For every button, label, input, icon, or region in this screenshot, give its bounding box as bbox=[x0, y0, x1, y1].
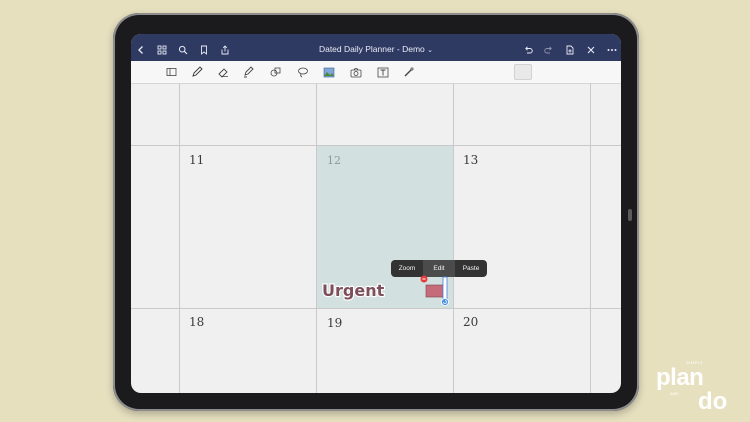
nav-bar: Dated Daily Planner - Demo ⌄ bbox=[131, 40, 621, 61]
close-icon[interactable] bbox=[584, 43, 598, 57]
brand-plan: plan bbox=[656, 364, 704, 391]
lasso-icon[interactable] bbox=[296, 65, 310, 79]
eraser-icon[interactable] bbox=[216, 65, 230, 79]
pen-icon[interactable] bbox=[190, 65, 204, 79]
redo-icon[interactable] bbox=[542, 43, 556, 57]
tool-bar bbox=[131, 61, 621, 84]
rotate-handle-icon bbox=[441, 298, 449, 306]
day-number-selected: 12 bbox=[327, 154, 341, 167]
urgent-sticker-text: Urgent bbox=[322, 281, 385, 300]
brand-logo: SIMPLY plan AND do bbox=[650, 358, 746, 418]
highlighter-icon[interactable] bbox=[241, 65, 255, 79]
day-number: 13 bbox=[463, 153, 479, 167]
page-thumbnail[interactable] bbox=[514, 64, 532, 80]
brand-and: AND bbox=[670, 391, 679, 396]
undo-icon[interactable] bbox=[521, 43, 535, 57]
selection-handles[interactable] bbox=[420, 273, 454, 307]
laser-icon[interactable] bbox=[402, 65, 416, 79]
text-icon[interactable] bbox=[376, 65, 390, 79]
day-number: 18 bbox=[189, 315, 205, 329]
document-title-text: Dated Daily Planner - Demo bbox=[318, 44, 425, 54]
image-icon[interactable] bbox=[322, 65, 336, 79]
shapes-icon[interactable] bbox=[269, 65, 283, 79]
day-number: 11 bbox=[189, 153, 205, 167]
ipad-side-button bbox=[628, 209, 632, 221]
more-icon[interactable] bbox=[605, 43, 619, 57]
day-number: 19 bbox=[327, 316, 343, 330]
app-screen: Dated Daily Planner - Demo ⌄ 11 12 13 18… bbox=[131, 34, 621, 393]
calendar-grid: 11 12 13 18 19 20 bbox=[131, 83, 621, 393]
urgent-sticker[interactable]: Urgent bbox=[319, 278, 393, 302]
brand-do: do bbox=[698, 388, 728, 415]
add-page-icon[interactable] bbox=[563, 43, 577, 57]
day-number: 20 bbox=[463, 315, 479, 329]
camera-icon[interactable] bbox=[349, 65, 363, 79]
sidebar-icon[interactable] bbox=[164, 65, 178, 79]
chevron-down-icon: ⌄ bbox=[427, 47, 434, 54]
paste-menu-item[interactable]: Paste bbox=[455, 260, 487, 277]
zoom-menu-item[interactable]: Zoom bbox=[391, 260, 423, 277]
